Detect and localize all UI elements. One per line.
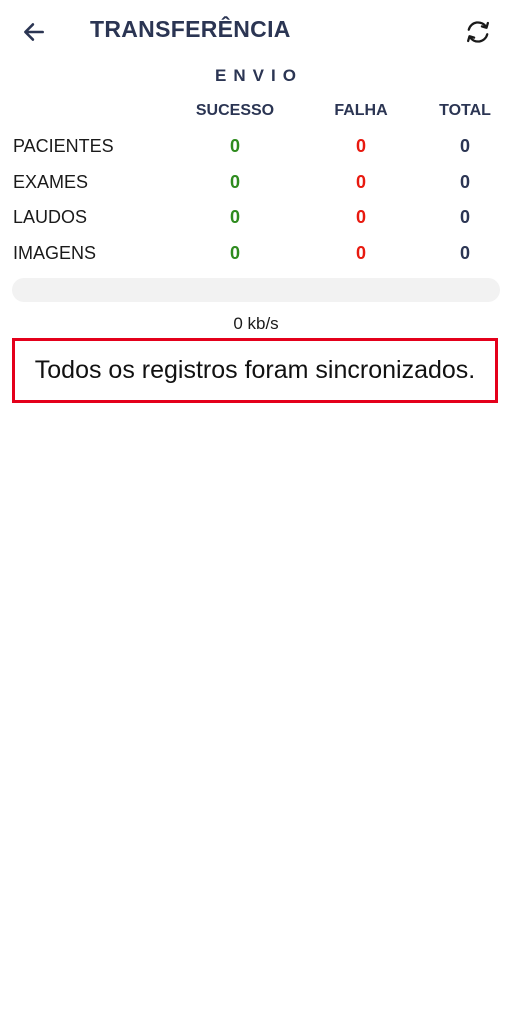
column-header-success: SUCESSO bbox=[195, 102, 275, 119]
transfer-screen: TRANSFERÊNCIA ENVIO SUCESSO FALHA TOTAL … bbox=[0, 0, 512, 1024]
transfer-speed: 0 kb/s bbox=[233, 314, 279, 333]
cell-exames-success: 0 bbox=[229, 172, 240, 192]
transfer-progress-bar bbox=[12, 278, 500, 302]
cell-laudos-success: 0 bbox=[229, 207, 240, 227]
row-label-pacientes: PACIENTES bbox=[13, 136, 114, 156]
cell-laudos-total: 0 bbox=[459, 207, 470, 227]
cell-exames-total: 0 bbox=[459, 172, 470, 192]
cell-pacientes-total: 0 bbox=[459, 136, 470, 156]
section-title-envio: ENVIO bbox=[215, 66, 303, 85]
row-label-exames: EXAMES bbox=[13, 172, 89, 192]
row-label-laudos: LAUDOS bbox=[13, 207, 88, 227]
cell-exames-fail: 0 bbox=[355, 172, 366, 192]
row-label-imagens: IMAGENS bbox=[13, 243, 97, 263]
sync-status-box: Todos os registros foram sincronizados. bbox=[12, 338, 498, 403]
refresh-icon bbox=[467, 21, 489, 43]
column-header-total: TOTAL bbox=[439, 102, 491, 119]
app-bar: TRANSFERÊNCIA bbox=[0, 0, 512, 64]
page-title: TRANSFERÊNCIA bbox=[90, 16, 291, 42]
cell-imagens-total: 0 bbox=[459, 243, 470, 263]
cell-laudos-fail: 0 bbox=[355, 207, 366, 227]
back-button[interactable] bbox=[14, 14, 54, 50]
cell-imagens-fail: 0 bbox=[355, 243, 366, 263]
column-header-fail: FALHA bbox=[334, 102, 388, 119]
cell-pacientes-success: 0 bbox=[229, 136, 240, 156]
arrow-left-icon bbox=[24, 23, 44, 41]
sync-status-message: Todos os registros foram sincronizados. bbox=[34, 356, 476, 384]
cell-imagens-success: 0 bbox=[229, 243, 240, 263]
cell-pacientes-fail: 0 bbox=[355, 136, 366, 156]
sync-button[interactable] bbox=[458, 12, 498, 52]
